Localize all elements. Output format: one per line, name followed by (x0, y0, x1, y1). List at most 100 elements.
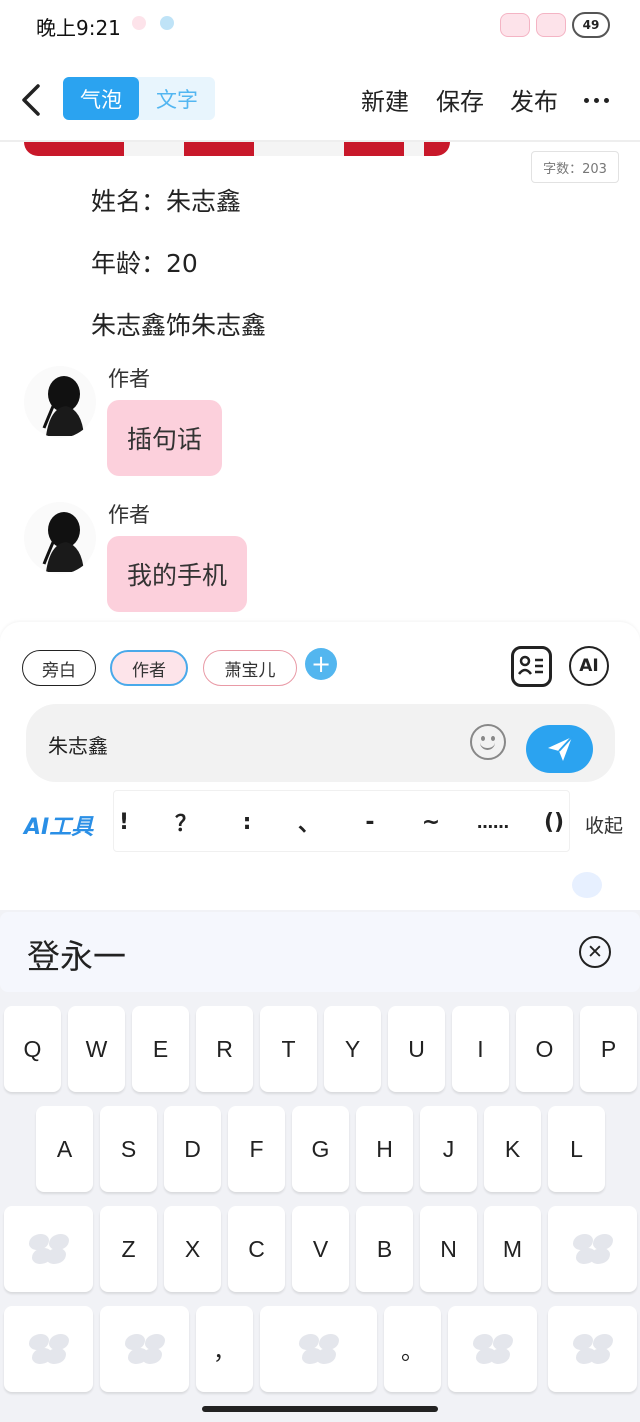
butterfly-icon (571, 1331, 615, 1367)
key-b[interactable]: B (356, 1206, 413, 1292)
key-u[interactable]: U (388, 1006, 445, 1092)
ai-button[interactable]: AI (569, 646, 609, 686)
butterfly-icon (27, 1231, 71, 1267)
save-button[interactable]: 保存 (436, 82, 484, 117)
period-key[interactable]: 。 (384, 1306, 441, 1392)
candidate-bar: 登永一 ✕ (0, 912, 640, 992)
key-d[interactable]: D (164, 1106, 221, 1192)
send-icon (547, 736, 573, 761)
key-g[interactable]: G (292, 1106, 349, 1192)
view-mode-toggle: 气泡 文字 (63, 77, 215, 120)
key-w[interactable]: W (68, 1006, 125, 1092)
top-bar: 气泡 文字 新建 保存 发布 (0, 60, 640, 140)
key-n[interactable]: N (420, 1206, 477, 1292)
cover-image (24, 142, 450, 156)
back-button[interactable] (18, 78, 50, 122)
battery-icon: 49 (572, 12, 610, 38)
composer-panel: 旁白 作者 萧宝儿 + AI 朱志鑫 AI工具 ! ？ : 、 - ~ …… (… (0, 622, 640, 860)
home-indicator[interactable] (202, 1406, 438, 1412)
role-chip-author[interactable]: 作者 (110, 650, 188, 686)
key-v[interactable]: V (292, 1206, 349, 1292)
chevron-left-icon (22, 84, 40, 116)
story-text[interactable]: 朱志鑫饰朱志鑫 (91, 306, 266, 342)
key-r[interactable]: R (196, 1006, 253, 1092)
sticker-icon (536, 13, 566, 37)
butterfly-icon (123, 1331, 167, 1367)
key-k[interactable]: K (484, 1106, 541, 1192)
new-button[interactable]: 新建 (361, 82, 409, 117)
punctuation-key[interactable]: ~ (401, 791, 461, 853)
punctuation-key[interactable]: : (217, 791, 277, 853)
key-o[interactable]: O (516, 1006, 573, 1092)
punctuation-key[interactable]: () (524, 791, 584, 853)
message-bubble[interactable]: 插句话 (107, 400, 223, 476)
butterfly-icon (571, 1231, 615, 1267)
punctuation-key[interactable]: ？ (156, 791, 216, 853)
publish-button[interactable]: 发布 (510, 82, 558, 117)
punctuation-bar: ! ？ : 、 - ~ …… () (113, 790, 570, 852)
smile-icon (481, 736, 485, 741)
contact-card-button[interactable] (511, 646, 552, 687)
story-text[interactable]: 年龄：20 (91, 244, 198, 280)
key-e[interactable]: E (132, 1006, 189, 1092)
tab-text[interactable]: 文字 (139, 77, 215, 120)
key-q[interactable]: Q (4, 1006, 61, 1092)
key-a[interactable]: A (36, 1106, 93, 1192)
numbers-key[interactable] (448, 1306, 537, 1392)
clear-button[interactable]: ✕ (579, 936, 611, 968)
key-f[interactable]: F (228, 1106, 285, 1192)
key-x[interactable]: X (164, 1206, 221, 1292)
role-chip-character[interactable]: 萧宝儿 (203, 650, 297, 686)
punctuation-key[interactable]: - (340, 791, 400, 853)
avatar[interactable] (24, 366, 96, 438)
shift-key[interactable] (4, 1206, 93, 1292)
sticker-icon (500, 13, 530, 37)
message-input[interactable]: 朱志鑫 (26, 704, 615, 782)
more-button[interactable] (584, 86, 614, 114)
key-m[interactable]: M (484, 1206, 541, 1292)
word-count: 字数：203 (531, 151, 619, 183)
message-input-value: 朱志鑫 (48, 734, 108, 758)
key-t[interactable]: T (260, 1006, 317, 1092)
message-bubble[interactable]: 我的手机 (107, 536, 248, 612)
contact-card-icon (518, 655, 543, 675)
role-chip-narrator[interactable]: 旁白 (22, 650, 96, 686)
mascot-icon[interactable] (572, 872, 602, 898)
keyboard-toolbar (0, 860, 640, 910)
status-time: 晚上9:21 (36, 16, 121, 40)
key-j[interactable]: J (420, 1106, 477, 1192)
key-c[interactable]: C (228, 1206, 285, 1292)
enter-key[interactable] (548, 1306, 637, 1392)
message-author: 作者 (108, 367, 150, 391)
key-h[interactable]: H (356, 1106, 413, 1192)
add-role-button[interactable]: + (305, 648, 337, 680)
space-key[interactable] (260, 1306, 377, 1392)
key-s[interactable]: S (100, 1106, 157, 1192)
notification-icon (132, 16, 146, 30)
status-bar: 晚上9:21 49 (0, 0, 640, 50)
punctuation-key[interactable]: 、 (279, 791, 339, 853)
send-button[interactable] (526, 725, 593, 773)
backspace-key[interactable] (548, 1206, 637, 1292)
language-switch-key[interactable] (100, 1306, 189, 1392)
key-p[interactable]: P (580, 1006, 637, 1092)
story-text[interactable]: 姓名：朱志鑫 (91, 182, 241, 218)
punctuation-key[interactable]: ! (94, 791, 154, 853)
keyboard: 登永一 ✕ Q W E R T Y U I O P A S D F G H J K L Z X C V B N M ， 。 (0, 860, 640, 1422)
candidate-text[interactable]: 登永一 (27, 930, 126, 978)
tab-bubble[interactable]: 气泡 (63, 77, 139, 120)
punctuation-key[interactable]: …… (463, 791, 523, 853)
key-z[interactable]: Z (100, 1206, 157, 1292)
butterfly-icon (297, 1331, 341, 1367)
key-y[interactable]: Y (324, 1006, 381, 1092)
notification-icon (160, 16, 174, 30)
symbols-key[interactable] (4, 1306, 93, 1392)
emoji-button[interactable] (470, 724, 506, 760)
key-i[interactable]: I (452, 1006, 509, 1092)
message-author: 作者 (108, 503, 150, 527)
collapse-button[interactable]: 收起 (585, 811, 623, 838)
ai-tools-button[interactable]: AI工具 (24, 809, 93, 841)
avatar[interactable] (24, 502, 96, 574)
key-l[interactable]: L (548, 1106, 605, 1192)
comma-key[interactable]: ， (196, 1306, 253, 1392)
